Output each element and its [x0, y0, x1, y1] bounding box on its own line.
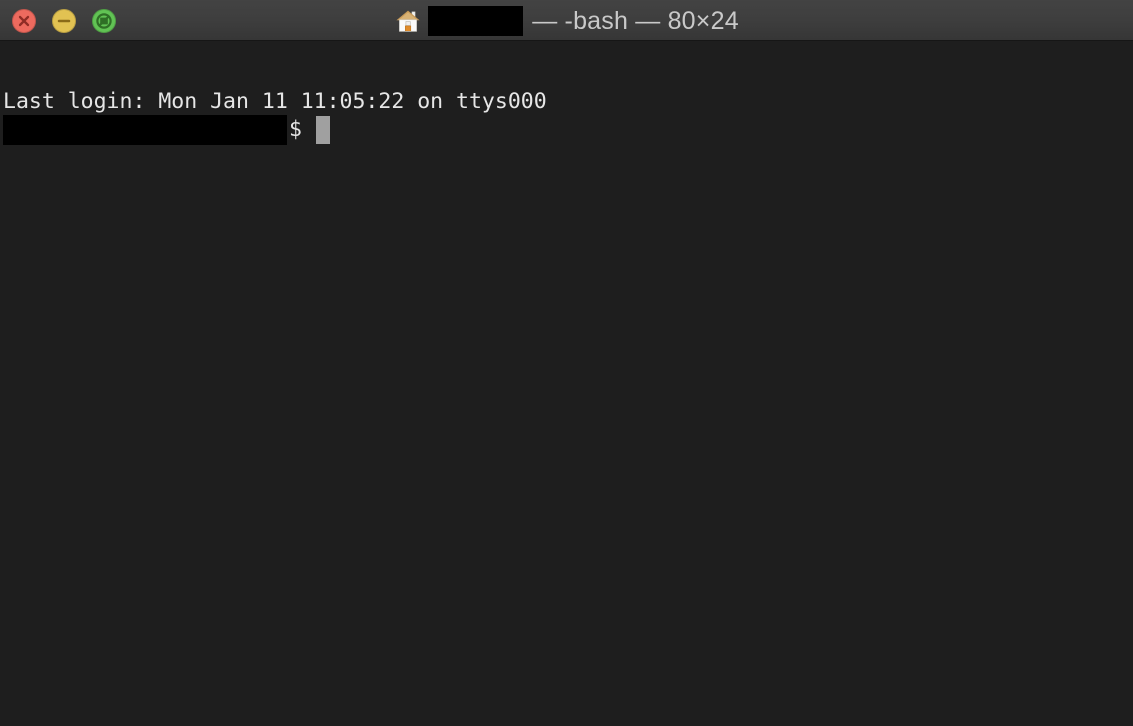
terminal-screen[interactable]: Last login: Mon Jan 11 11:05:22 on ttys0… [0, 41, 1133, 726]
window-title-text: — -bash — 80×24 [532, 6, 739, 35]
text-cursor [315, 116, 330, 144]
terminal-prompt-line: $ [3, 115, 330, 145]
zoom-button-disabled[interactable] [92, 8, 116, 33]
prompt-redaction-box [3, 115, 287, 145]
terminal-line-last-login: Last login: Mon Jan 11 11:05:22 on ttys0… [3, 89, 547, 114]
prompt-sigil: $ [289, 117, 302, 142]
title-redaction-box [428, 5, 524, 36]
minimize-button[interactable] [52, 8, 76, 33]
close-button[interactable] [12, 8, 36, 33]
window-title: — -bash — 80×24 [0, 0, 1133, 41]
window-titlebar[interactable]: — -bash — 80×24 [0, 0, 1133, 41]
window-controls [12, 0, 116, 41]
home-folder-icon [396, 10, 420, 32]
terminal-window: — -bash — 80×24 Last login: Mon Jan 11 1… [0, 0, 1133, 726]
